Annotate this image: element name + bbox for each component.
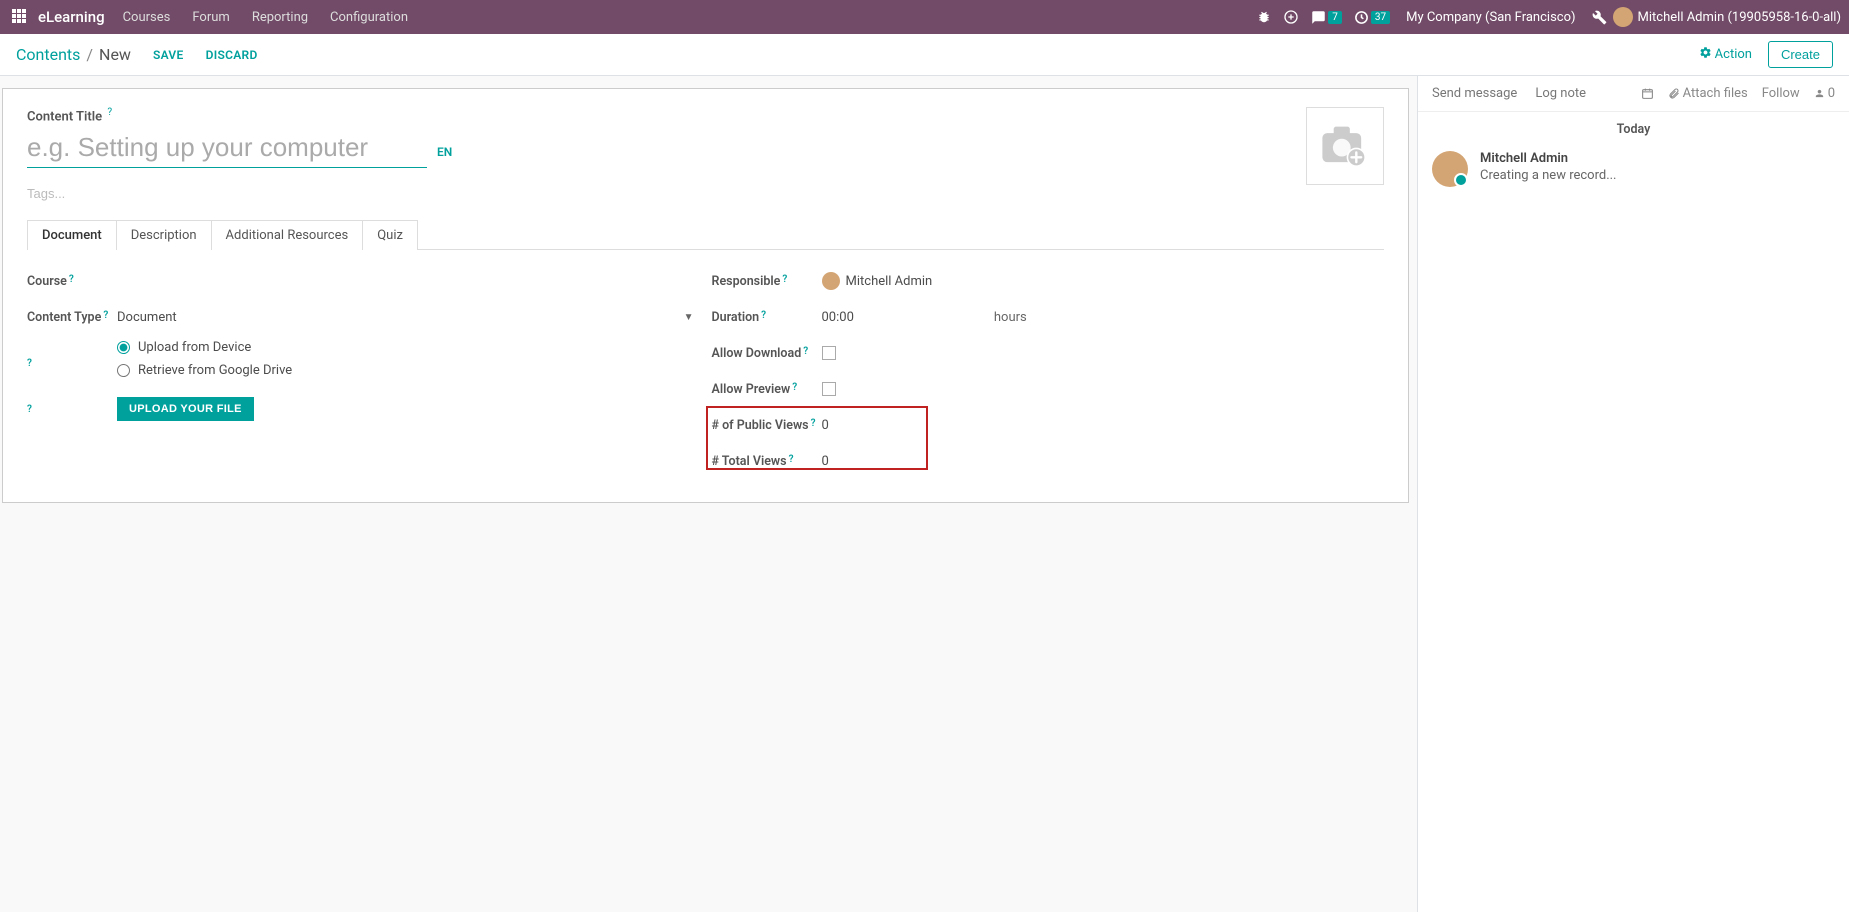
- radio-upload-device[interactable]: Upload from Device: [117, 340, 251, 355]
- top-navbar: eLearning Courses Forum Reporting Config…: [0, 0, 1849, 34]
- tab-quiz[interactable]: Quiz: [363, 220, 418, 250]
- content-title-input[interactable]: [27, 128, 427, 168]
- app-brand: eLearning: [38, 8, 105, 26]
- create-button[interactable]: Create: [1768, 41, 1833, 68]
- follow-button[interactable]: Follow: [1762, 86, 1800, 101]
- followers-count[interactable]: 0: [1814, 86, 1835, 101]
- avatar: [822, 272, 840, 290]
- allow-preview-checkbox[interactable]: [822, 382, 836, 396]
- nav-courses[interactable]: Courses: [123, 10, 171, 25]
- help-icon[interactable]: ?: [69, 274, 74, 285]
- responsible-label: Responsible: [712, 274, 781, 289]
- content-type-select[interactable]: Document ▼: [117, 310, 700, 325]
- responsible-field[interactable]: Mitchell Admin: [822, 272, 1385, 290]
- help-icon[interactable]: ?: [103, 310, 108, 321]
- activities-badge: 37: [1371, 11, 1390, 24]
- tab-document[interactable]: Document: [27, 220, 117, 250]
- send-message-button[interactable]: Send message: [1432, 86, 1517, 101]
- public-views-label: # of Public Views: [712, 418, 809, 433]
- tags-input[interactable]: [27, 186, 327, 201]
- help-icon[interactable]: ?: [782, 274, 787, 285]
- nav-forum[interactable]: Forum: [192, 10, 229, 25]
- total-views-value: 0: [822, 454, 829, 469]
- message-text: Creating a new record...: [1480, 168, 1617, 183]
- form-sheet: Content Title ? EN: [2, 88, 1409, 503]
- content-type-label: Content Type: [27, 310, 101, 325]
- chatter-panel: Send message Log note Attach files Follo…: [1417, 76, 1849, 912]
- tabs: Document Description Additional Resource…: [27, 220, 1384, 250]
- date-separator: Today: [1418, 112, 1849, 147]
- breadcrumb-separator: /: [86, 45, 93, 64]
- help-icon[interactable]: ?: [811, 418, 816, 429]
- support-icon[interactable]: [1283, 9, 1299, 25]
- discard-button[interactable]: DISCARD: [206, 48, 258, 62]
- control-bar: Contents / New SAVE DISCARD Action Creat…: [0, 34, 1849, 76]
- help-icon[interactable]: ?: [803, 346, 808, 357]
- message-author: Mitchell Admin: [1480, 151, 1617, 166]
- debug-icon[interactable]: [1257, 10, 1271, 24]
- nav-reporting[interactable]: Reporting: [252, 10, 308, 25]
- company-selector[interactable]: My Company (San Francisco): [1406, 10, 1575, 25]
- language-badge[interactable]: EN: [437, 145, 452, 159]
- course-label: Course: [27, 274, 67, 289]
- breadcrumb-root[interactable]: Contents: [16, 45, 80, 64]
- schedule-activity-icon[interactable]: [1641, 87, 1654, 100]
- duration-field[interactable]: 00:00 hours: [822, 310, 1385, 325]
- caret-down-icon: ▼: [684, 312, 694, 323]
- chatter-message: Mitchell Admin Creating a new record...: [1418, 147, 1849, 191]
- tab-additional-resources[interactable]: Additional Resources: [212, 220, 364, 250]
- image-upload-widget[interactable]: [1306, 107, 1384, 185]
- public-views-value: 0: [822, 418, 829, 433]
- allow-download-label: Allow Download: [712, 346, 802, 361]
- tab-description[interactable]: Description: [117, 220, 212, 250]
- action-dropdown[interactable]: Action: [1699, 46, 1752, 63]
- upload-file-button[interactable]: UPLOAD YOUR FILE: [117, 397, 254, 421]
- user-menu[interactable]: Mitchell Admin (19905958-16-0-all): [1638, 10, 1841, 25]
- log-note-button[interactable]: Log note: [1535, 86, 1586, 101]
- messages-icon[interactable]: 7: [1311, 10, 1342, 25]
- user-avatar[interactable]: [1613, 7, 1633, 27]
- content-title-label: Content Title: [27, 109, 102, 124]
- help-icon[interactable]: ?: [107, 107, 112, 118]
- allow-preview-label: Allow Preview: [712, 382, 791, 397]
- allow-download-checkbox[interactable]: [822, 346, 836, 360]
- help-icon[interactable]: ?: [27, 358, 32, 369]
- help-icon[interactable]: ?: [789, 454, 794, 465]
- breadcrumb-current: New: [99, 45, 131, 64]
- radio-google-drive[interactable]: Retrieve from Google Drive: [117, 363, 292, 378]
- tools-icon[interactable]: [1592, 10, 1607, 25]
- help-icon[interactable]: ?: [761, 310, 766, 321]
- gear-icon: [1699, 46, 1712, 63]
- attach-files-button[interactable]: Attach files: [1668, 86, 1748, 101]
- duration-label: Duration: [712, 310, 760, 325]
- nav-configuration[interactable]: Configuration: [330, 10, 408, 25]
- activities-icon[interactable]: 37: [1354, 10, 1390, 25]
- save-button[interactable]: SAVE: [153, 48, 184, 62]
- help-icon[interactable]: ?: [792, 382, 797, 393]
- apps-menu-icon[interactable]: [12, 9, 28, 25]
- total-views-label: # Total Views: [712, 454, 787, 469]
- help-icon[interactable]: ?: [27, 404, 32, 415]
- message-avatar: [1432, 151, 1468, 187]
- messages-badge: 7: [1328, 11, 1342, 24]
